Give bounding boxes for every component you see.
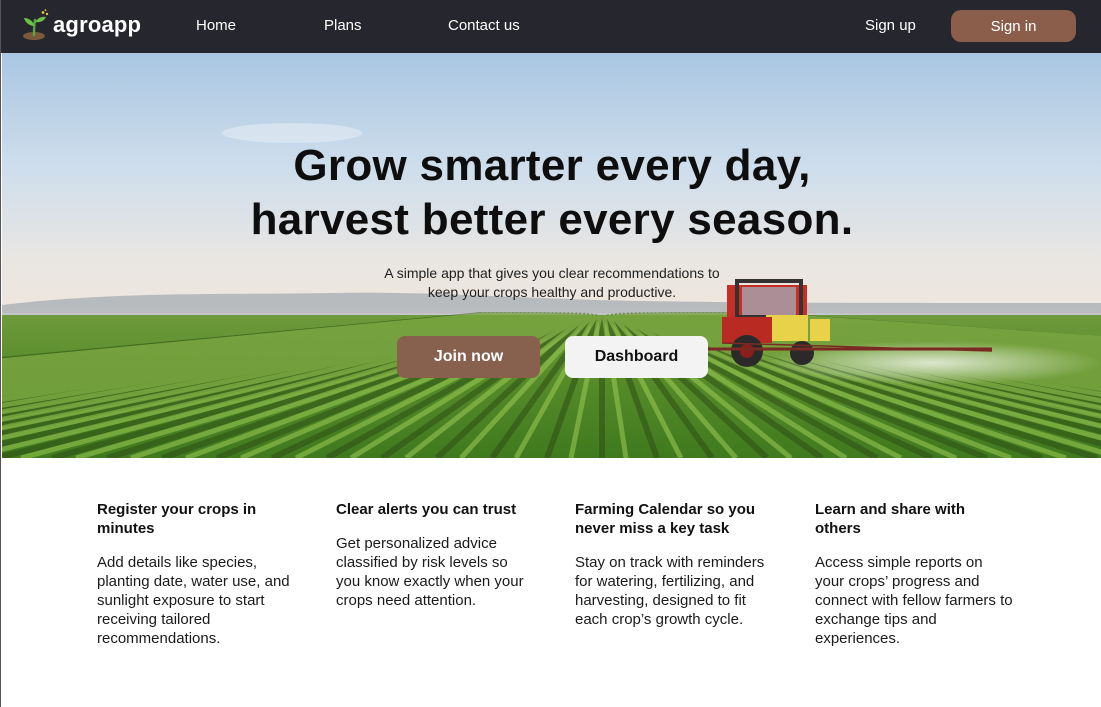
hero-subtitle: A simple app that gives you clear recomm… [2, 264, 1101, 302]
top-navbar: agroapp Home Plans Contact us Sign up Si… [1, 0, 1101, 53]
feature-title: Learn and share with others [815, 501, 966, 537]
sign-in-button[interactable]: Sign in [951, 10, 1076, 42]
nav-link-home[interactable]: Home [196, 16, 236, 36]
feature-description: Add details like species, planting date,… [97, 554, 290, 647]
feature-title: Register your crops in minutes [97, 501, 257, 537]
feature-title: Farming Calendar so you never miss a key… [575, 501, 756, 537]
hero-subtitle-line-2: keep your crops healthy and productive. [427, 284, 677, 300]
nav-link-plans[interactable]: Plans [324, 16, 362, 36]
feature-farming-calendar: Farming Calendar so you never miss a key… [575, 500, 775, 629]
feature-description: Stay on track with reminders for waterin… [575, 554, 765, 628]
nav-link-contact[interactable]: Contact us [448, 16, 520, 36]
feature-title: Clear alerts you can trust [336, 501, 517, 518]
feature-description: Get personalized advice classified by ri… [336, 535, 524, 609]
feature-learn-share: Learn and share with others Access simpl… [815, 500, 1015, 648]
feature-register-crops: Register your crops in minutes Add detai… [97, 500, 297, 648]
logo-text: agroapp [53, 12, 142, 37]
join-now-button[interactable]: Join now [397, 336, 540, 378]
hero-title-line-2: harvest better every season. [250, 195, 854, 244]
hero-section: Grow smarter every day, harvest better e… [2, 53, 1101, 458]
feature-description: Access simple reports on your crops’ pro… [815, 554, 1013, 647]
sprout-icon [23, 9, 49, 40]
logo-link[interactable]: agroapp [21, 8, 141, 42]
crop-field-with-tractor-image [2, 53, 1101, 458]
hero-title-line-1: Grow smarter every day, [293, 141, 811, 190]
feature-clear-alerts: Clear alerts you can trust Get personali… [336, 500, 536, 610]
sign-up-link[interactable]: Sign up [865, 16, 916, 36]
hero-title: Grow smarter every day, harvest better e… [2, 139, 1101, 247]
hero-subtitle-line-1: A simple app that gives you clear recomm… [384, 265, 720, 281]
dashboard-button[interactable]: Dashboard [565, 336, 708, 378]
